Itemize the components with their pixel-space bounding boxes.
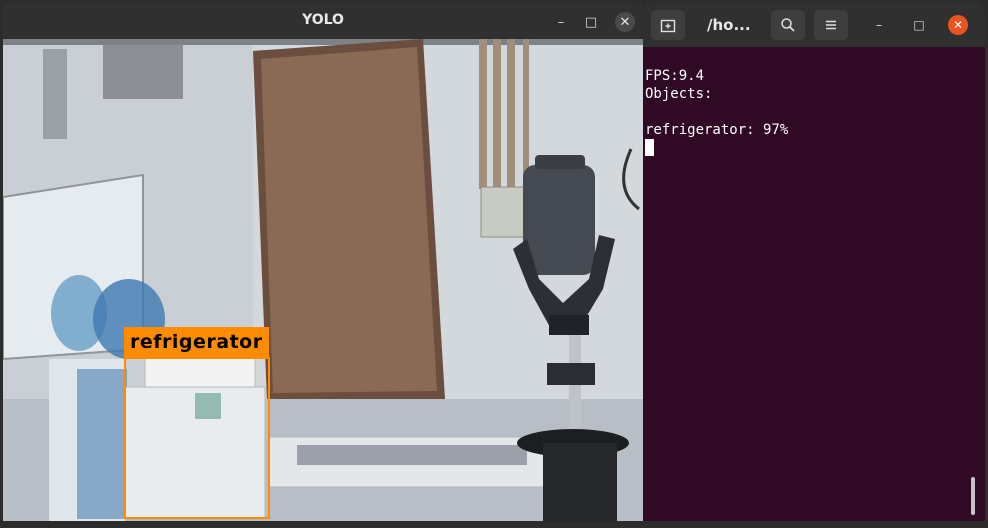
- new-tab-button[interactable]: [651, 10, 685, 40]
- cursor-line: [645, 139, 985, 157]
- detection-label: refrigerator: [124, 327, 269, 357]
- camera-scene: [3, 39, 643, 521]
- yolo-titlebar[interactable]: YOLO – □ ✕: [3, 3, 643, 39]
- menu-button[interactable]: [814, 10, 848, 40]
- camera-feed: refrigerator: [3, 39, 643, 521]
- new-tab-icon: [660, 19, 676, 33]
- maximize-button[interactable]: □: [581, 12, 601, 32]
- detection-line: refrigerator: 97%: [645, 122, 789, 138]
- yolo-window: YOLO – □ ✕ refrigerator: [3, 3, 643, 521]
- close-button[interactable]: ✕: [615, 12, 635, 32]
- fps-line: FPS:9.4: [645, 68, 705, 84]
- scrollbar[interactable]: [971, 477, 975, 515]
- objects-line: Objects:: [645, 86, 713, 102]
- terminal-headerbar[interactable]: /ho... – □ ✕: [643, 3, 985, 47]
- terminal-close-button[interactable]: ✕: [948, 15, 968, 35]
- window-title: YOLO: [302, 12, 344, 28]
- search-button[interactable]: [771, 10, 805, 40]
- terminal-output[interactable]: FPS:9.4 Objects: refrigerator: 97%: [645, 67, 985, 157]
- terminal-title: /ho...: [707, 16, 751, 34]
- terminal-maximize-button[interactable]: □: [909, 15, 929, 35]
- terminal-window: /ho... – □ ✕ FPS:9.4 Objects: refrigerat…: [643, 3, 985, 521]
- search-icon: [781, 18, 795, 32]
- detection-box: [124, 357, 270, 519]
- terminal-minimize-button[interactable]: –: [869, 15, 889, 35]
- text-cursor: [645, 139, 654, 156]
- minimize-button[interactable]: –: [551, 12, 571, 32]
- hamburger-menu-icon: [826, 20, 836, 30]
